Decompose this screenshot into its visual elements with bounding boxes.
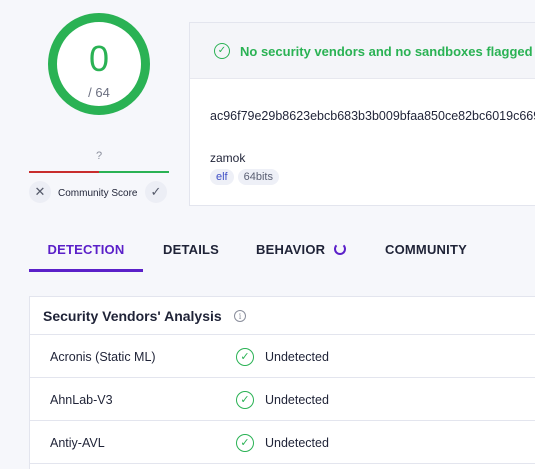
tab-detection[interactable]: DETECTION [29,228,143,272]
check-icon[interactable]: ✓ [145,181,167,203]
check-circle-icon: ✓ [236,391,254,409]
security-vendors-table: Security Vendors' Analysis i Acronis (St… [29,296,535,469]
tab-community[interactable]: COMMUNITY [385,228,467,272]
tab-behavior[interactable]: BEHAVIOR [256,228,347,272]
community-score-label: Community Score [58,188,138,199]
check-circle-icon: ✓ [236,434,254,452]
vendor-name: Antiy-AVL [50,436,105,450]
tab-details-label: DETAILS [163,242,220,257]
report-tabs: DETECTION DETAILS BEHAVIOR COMMUNITY [29,228,535,272]
check-circle-icon: ✓ [214,43,230,59]
file-info-card: ✓ No security vendors and no sandboxes f… [189,22,535,206]
table-row: Acronis (Static ML) ✓ Undetected [30,335,535,378]
x-icon[interactable]: ✕ [29,181,51,203]
info-icon[interactable]: i [234,310,246,322]
tab-community-label: COMMUNITY [385,242,467,257]
vendor-status: Undetected [265,393,329,407]
tag-64bits[interactable]: 64bits [237,169,279,185]
community-score-bar-good [99,171,169,173]
vendor-status: Undetected [265,436,329,450]
table-row: AhnLab-V3 ✓ Undetected [30,378,535,421]
tag-elf[interactable]: elf [210,169,234,185]
vendor-name: Acronis (Static ML) [50,350,156,364]
community-score-bar-bad [29,171,99,173]
vendor-status: Undetected [265,350,329,364]
file-tags: elf 64bits [210,169,279,185]
vendor-name: AhnLab-V3 [50,393,113,407]
loading-spinner-icon [334,243,347,255]
table-row: Antiy-AVL ✓ Undetected [30,421,535,464]
vendors-title: Security Vendors' Analysis [43,308,222,324]
verdict-banner: ✓ No security vendors and no sandboxes f… [190,23,535,79]
vendors-header: Security Vendors' Analysis i [30,297,535,335]
detection-total: / 64 [88,85,110,100]
detection-score-ring: 0 / 64 [48,13,150,115]
community-score-value: ? [95,150,103,162]
file-hash[interactable]: ac96f79e29b8623ebcb683b3b009bfaa850ce82b… [210,107,535,125]
check-circle-icon: ✓ [236,348,254,366]
file-name: zamok [210,151,246,165]
verdict-text: No security vendors and no sandboxes fla… [240,44,533,59]
detection-score-panel: 0 / 64 ? ✕ Community Score ✓ [0,0,190,210]
detection-count: 0 [88,38,110,79]
tab-details[interactable]: DETAILS [163,228,219,272]
tab-detection-label: DETECTION [47,242,125,257]
tab-behavior-label: BEHAVIOR [256,242,326,257]
